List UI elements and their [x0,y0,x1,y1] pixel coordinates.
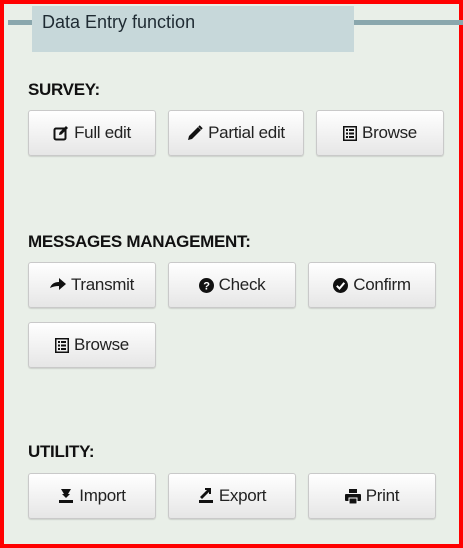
survey-full-edit-button[interactable]: Full edit [28,110,156,156]
svg-text:?: ? [203,280,210,292]
data-entry-panel: Data Entry function SURVEY: Full edit Pa… [0,0,463,548]
transmit-label: Transmit [70,275,135,294]
messages-browse-label: Browse [74,335,129,354]
survey-browse-button[interactable]: Browse [316,110,444,156]
pencil-icon [187,125,203,141]
utility-import-button[interactable]: Import [28,473,156,519]
list-icon [343,125,358,141]
messages-transmit-button[interactable]: Transmit [28,262,156,308]
check-circle-icon [333,277,349,293]
browse-label: Browse [362,123,417,142]
survey-partial-edit-button[interactable]: Partial edit [168,110,304,156]
messages-check-button[interactable]: ? Check [168,262,296,308]
messages-confirm-button[interactable]: Confirm [308,262,436,308]
edit-square-icon [53,125,69,141]
import-icon [58,488,74,504]
check-label: Check [218,275,266,294]
question-circle-icon: ? [198,277,214,293]
list-icon [55,337,70,353]
export-icon [198,488,214,504]
utility-print-button[interactable]: Print [308,473,436,519]
panel-header: Data Entry function [8,6,463,52]
utility-section-label: UTILITY: [28,442,95,461]
survey-section-label: SURVEY: [28,80,100,99]
printer-icon [344,488,361,504]
full-edit-label: Full edit [74,123,131,142]
export-label: Export [218,486,267,505]
print-label: Print [365,486,400,505]
utility-export-button[interactable]: Export [168,473,296,519]
messages-browse-button[interactable]: Browse [28,322,156,368]
messages-section-label: MESSAGES MANAGEMENT: [28,232,251,251]
panel-title: Data Entry function [32,6,354,52]
arrow-right-icon [49,278,66,292]
partial-edit-label: Partial edit [208,123,285,142]
confirm-label: Confirm [353,275,411,294]
import-label: Import [79,486,126,505]
